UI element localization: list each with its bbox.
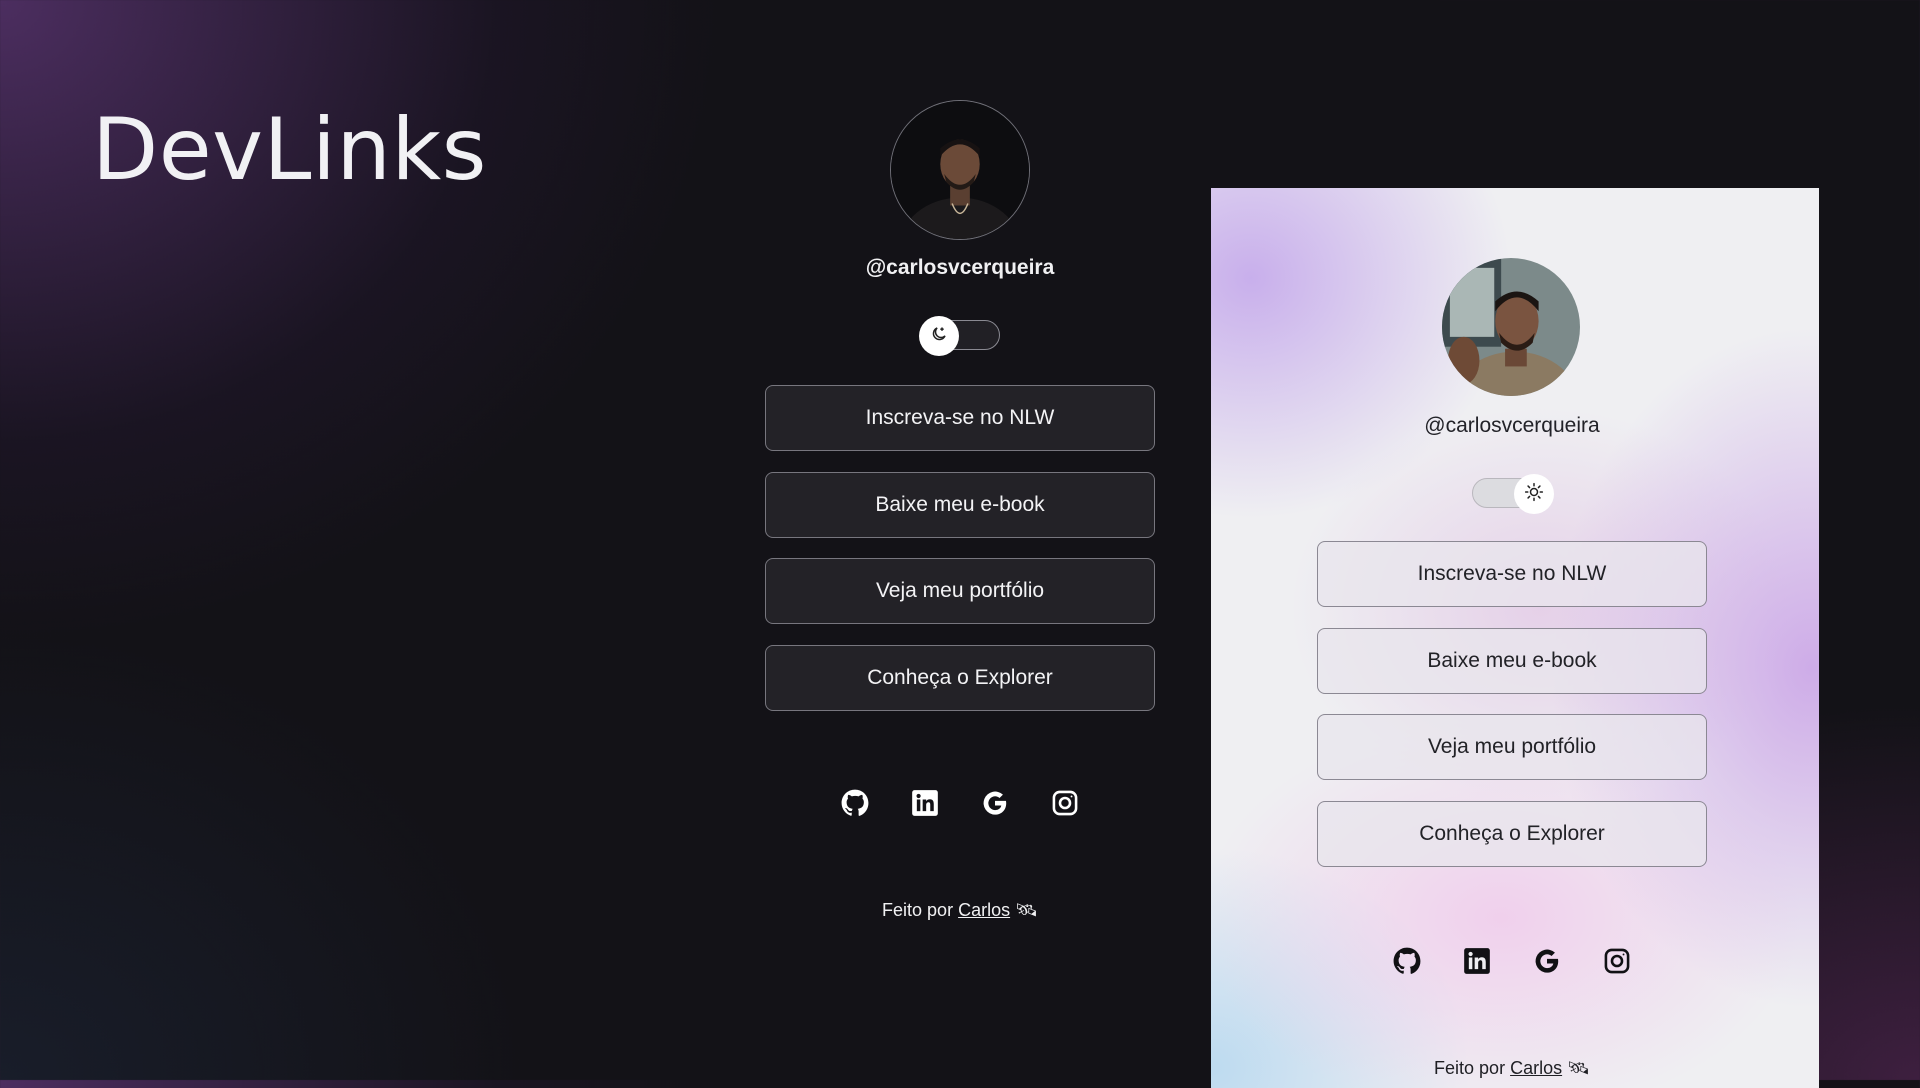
footer-author-link[interactable]: Carlos — [958, 900, 1010, 920]
theme-toggle[interactable] — [1472, 474, 1554, 514]
link-button-ebook[interactable]: Baixe meu e-book — [765, 472, 1155, 538]
instagram-icon[interactable] — [1050, 788, 1080, 818]
github-icon[interactable] — [1392, 946, 1422, 976]
google-icon[interactable] — [1532, 946, 1562, 976]
satellite-icon: 🛰 — [1567, 1058, 1590, 1078]
google-icon[interactable] — [980, 788, 1010, 818]
link-button-nlw[interactable]: Inscreva-se no NLW — [1317, 541, 1707, 607]
profile-handle: @carlosvcerqueira — [1424, 414, 1600, 437]
link-button-nlw[interactable]: Inscreva-se no NLW — [765, 385, 1155, 451]
link-button-ebook[interactable]: Baixe meu e-book — [1317, 628, 1707, 694]
sun-icon — [1524, 482, 1544, 507]
moon-icon — [930, 325, 948, 348]
footer-author-link[interactable]: Carlos — [1510, 1058, 1562, 1078]
avatar — [1442, 258, 1580, 396]
page-title: DevLinks — [92, 100, 487, 200]
github-icon[interactable] — [840, 788, 870, 818]
link-button-explorer[interactable]: Conheça o Explorer — [765, 645, 1155, 711]
footer-prefix: Feito por — [1434, 1058, 1511, 1078]
footer: Feito por Carlos 🛰 — [765, 900, 1155, 921]
toggle-knob — [1514, 474, 1554, 514]
footer: Feito por Carlos 🛰 — [1317, 1058, 1707, 1079]
satellite-icon: 🛰 — [1015, 900, 1038, 920]
light-theme-preview: @carlosvcerqueira Inscreva-se no NLW Bai… — [1211, 188, 1819, 1088]
social-links — [1317, 946, 1707, 976]
instagram-icon[interactable] — [1602, 946, 1632, 976]
link-button-portfolio[interactable]: Veja meu portfólio — [765, 558, 1155, 624]
toggle-knob — [919, 316, 959, 356]
linkedin-icon[interactable] — [1462, 946, 1492, 976]
link-button-portfolio[interactable]: Veja meu portfólio — [1317, 714, 1707, 780]
profile-handle: @carlosvcerqueira — [865, 256, 1055, 279]
social-links — [765, 788, 1155, 818]
theme-toggle[interactable] — [919, 316, 1000, 356]
link-button-explorer[interactable]: Conheça o Explorer — [1317, 801, 1707, 867]
footer-prefix: Feito por — [882, 900, 959, 920]
avatar — [890, 100, 1030, 240]
linkedin-icon[interactable] — [910, 788, 940, 818]
